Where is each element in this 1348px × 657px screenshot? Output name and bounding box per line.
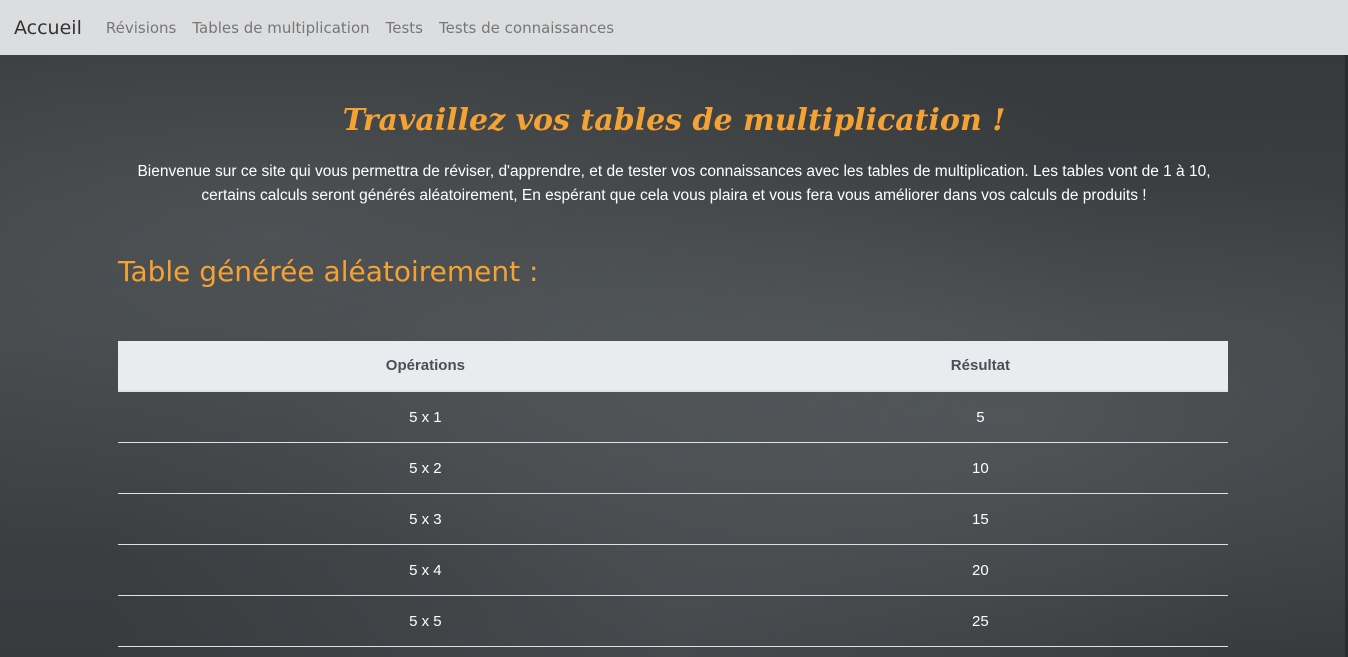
- table-row: 5 x 3 15: [118, 493, 1228, 545]
- cell-operation: 5 x 5: [118, 595, 733, 647]
- multiplication-table-container: Opérations Résultat 5 x 1 5 5 x 2 10 5 x…: [118, 341, 1228, 647]
- cell-operation: 5 x 1: [118, 391, 733, 443]
- nav-brand-accueil[interactable]: Accueil: [14, 17, 82, 39]
- table-header-row: Opérations Résultat: [118, 341, 1228, 392]
- intro-text: Bienvenue sur ce site qui vous permettra…: [137, 163, 1211, 204]
- cell-operation: 5 x 4: [118, 544, 733, 596]
- nav-link-tests[interactable]: Tests: [386, 19, 423, 37]
- header-resultat: Résultat: [732, 341, 1228, 392]
- section-title: Table générée aléatoirement :: [118, 255, 539, 288]
- cell-operation: 5 x 2: [118, 442, 733, 494]
- nav-link-tests-connaissances[interactable]: Tests de connaissances: [439, 19, 614, 37]
- cell-result: 5: [732, 391, 1228, 443]
- nav-link-tables-multiplication[interactable]: Tables de multiplication: [192, 19, 369, 37]
- table-row: 5 x 1 5: [118, 391, 1228, 443]
- page-title: Travaillez vos tables de multiplication …: [342, 103, 1006, 138]
- navbar: Accueil Révisions Tables de multiplicati…: [0, 0, 1348, 55]
- table-row: 5 x 4 20: [118, 544, 1228, 596]
- cell-operation: 5 x 3: [118, 493, 733, 545]
- multiplication-table: Opérations Résultat 5 x 1 5 5 x 2 10 5 x…: [118, 341, 1228, 647]
- cell-result: 15: [732, 493, 1228, 545]
- cell-result: 20: [732, 544, 1228, 596]
- cell-result: 10: [732, 442, 1228, 494]
- header-operations: Opérations: [118, 341, 733, 392]
- chalkboard-main: Travaillez vos tables de multiplication …: [0, 55, 1348, 657]
- table-row: 5 x 2 10: [118, 442, 1228, 494]
- nav-link-revisions[interactable]: Révisions: [106, 19, 177, 37]
- cell-result: 25: [732, 595, 1228, 647]
- table-row: 5 x 5 25: [118, 595, 1228, 647]
